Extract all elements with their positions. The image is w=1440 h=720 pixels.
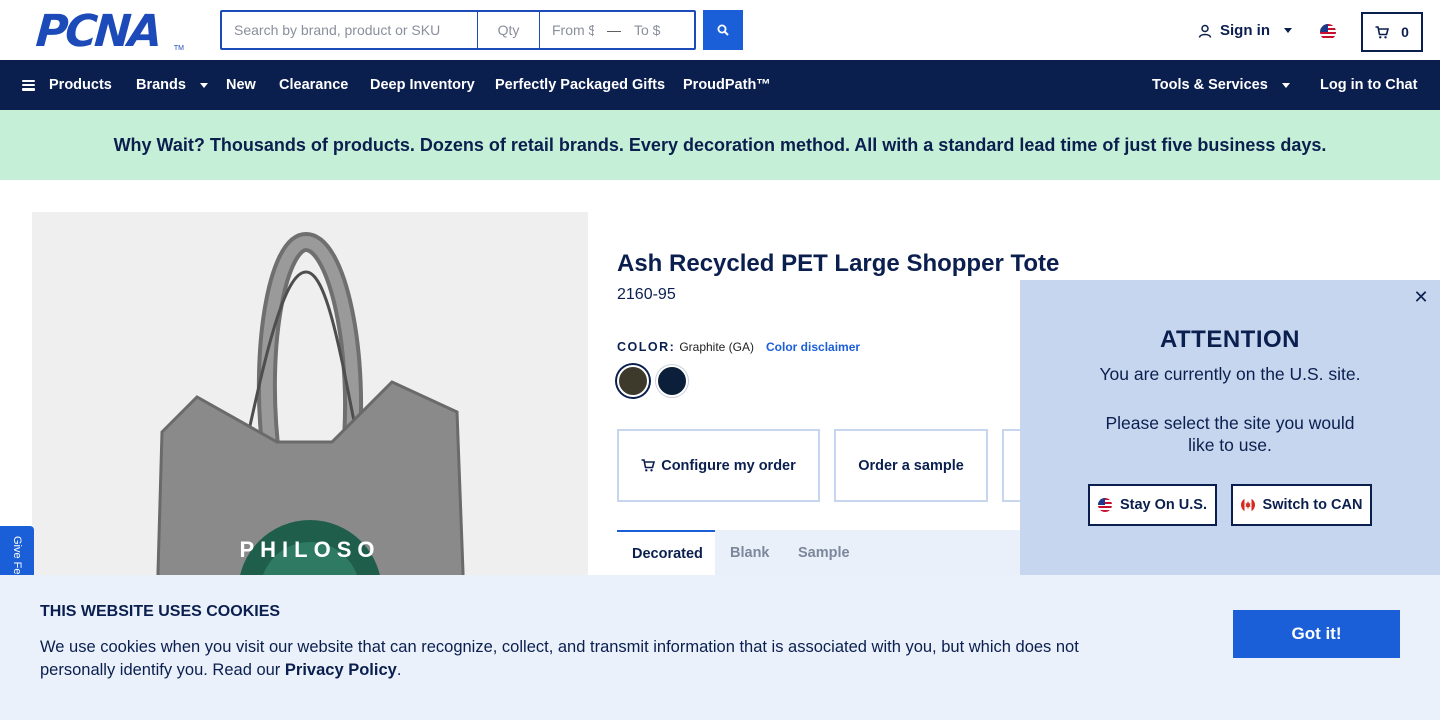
region-select-popup: ✕ ATTENTION You are currently on the U.S… [1020,280,1440,576]
tab-sample[interactable]: Sample [783,530,865,576]
swatch-navy[interactable] [656,365,688,397]
configure-order-button[interactable]: Configure my order [617,429,820,502]
color-label: COLOR: [617,340,676,354]
price-to-input[interactable] [622,12,688,48]
nav-new-label: New [226,77,256,93]
nav-brands[interactable]: Brands [136,60,208,110]
tab-blank-label: Blank [730,545,770,561]
product-sku: 2160-95 [617,286,676,303]
nav-products-label: Products [49,77,112,93]
popup-title: ATTENTION [1159,326,1301,353]
switch-to-can-label: Switch to CAN [1262,497,1363,513]
price-range: — [540,12,694,48]
order-sample-button[interactable]: Order a sample [834,429,988,502]
cookie-body: We use cookies when you visit our websit… [40,638,1079,679]
nav-tools-label: Tools & Services [1152,77,1268,93]
cookie-period: . [396,661,402,679]
tab-decorated-label: Decorated [632,546,703,562]
nav-brands-label: Brands [136,77,186,93]
chevron-down-icon [1284,28,1292,33]
stay-on-us-button[interactable]: Stay On U.S. [1088,484,1217,526]
cookie-title: THIS WEBSITE USES COOKIES [40,603,281,620]
nav-chat-label: Log in to Chat [1320,77,1418,93]
order-sample-label: Order a sample [858,457,964,474]
qty-input[interactable] [478,12,540,48]
nav-deep-inventory-label: Deep Inventory [370,77,475,93]
search-icon [717,24,729,36]
stay-on-us-label: Stay On U.S. [1119,497,1208,513]
nav-proudpath[interactable]: ProudPath™ [683,60,771,110]
nav-gifts[interactable]: Perfectly Packaged Gifts [495,60,665,110]
chevron-down-icon [1281,82,1290,88]
privacy-policy-link[interactable]: Privacy Policy [285,661,397,679]
nav-new[interactable]: New [226,60,256,110]
promo-banner: Why Wait? Thousands of products. Dozens … [0,110,1440,180]
cart-icon [1375,25,1390,38]
tab-decorated[interactable]: Decorated [617,530,715,576]
top-bar: PCNA TM — Sign in 0 [0,0,1440,60]
cookie-text: We use cookies when you visit our websit… [40,636,1150,682]
nav-products[interactable]: Products [22,60,112,110]
cart-count: 0 [1401,24,1409,40]
switch-to-can-button[interactable]: Switch to CAN [1231,484,1372,526]
nav-log-in-to-chat[interactable]: Log in to Chat [1320,60,1417,110]
configure-order-label: Configure my order [661,457,796,474]
nav-proudpath-label: ProudPath™ [683,77,771,93]
us-flag-icon[interactable] [1320,24,1336,40]
search-button[interactable] [703,10,743,50]
close-icon[interactable]: ✕ [1412,288,1430,306]
user-icon [1198,24,1212,38]
popup-current-site-text: You are currently on the U.S. site. [1099,364,1361,384]
us-flag-icon [1097,498,1112,512]
tote-print-text: PHILOSO [239,537,380,562]
nav-clearance-label: Clearance [279,77,349,93]
search-group: — [220,10,696,50]
nav-clearance[interactable]: Clearance [279,60,348,110]
sign-in-menu[interactable]: Sign in [1198,22,1292,39]
main-nav: Products Brands New Clearance Deep Inven… [0,60,1440,110]
price-dash: — [607,22,621,38]
logo-text: PCNA [34,6,162,57]
tab-sample-label: Sample [798,545,850,561]
swatch-graphite[interactable] [617,365,649,397]
nav-deep-inventory[interactable]: Deep Inventory [370,60,475,110]
cart-icon [641,459,656,472]
chevron-down-icon [199,82,208,88]
product-title: Ash Recycled PET Large Shopper Tote [617,250,1060,277]
cookie-banner: THIS WEBSITE USES COOKIES We use cookies… [0,575,1440,720]
nav-tools-services[interactable]: Tools & Services [1152,60,1290,110]
search-input[interactable] [222,12,478,48]
promo-text: Why Wait? Thousands of products. Dozens … [113,134,1327,155]
order-type-tabs: Decorated Blank Sample [617,530,1037,576]
popup-select-site-text: Please select the site you would like to… [1105,413,1355,455]
color-row: COLOR: Graphite (GA) Color disclaimer [617,340,860,354]
hamburger-icon [22,79,35,91]
pcna-logo[interactable]: PCNA TM [34,6,184,57]
price-from-input[interactable] [540,12,606,48]
color-value: Graphite (GA) [679,340,755,354]
cart-button[interactable]: 0 [1361,12,1423,52]
sign-in-label: Sign in [1220,22,1270,39]
nav-gifts-label: Perfectly Packaged Gifts [495,77,666,93]
logo-tm: TM [173,45,184,52]
color-disclaimer-link[interactable]: Color disclaimer [766,340,860,354]
canada-flag-icon [1240,498,1255,512]
cookie-accept-button[interactable]: Got it! [1233,610,1400,658]
tab-blank[interactable]: Blank [715,530,785,576]
